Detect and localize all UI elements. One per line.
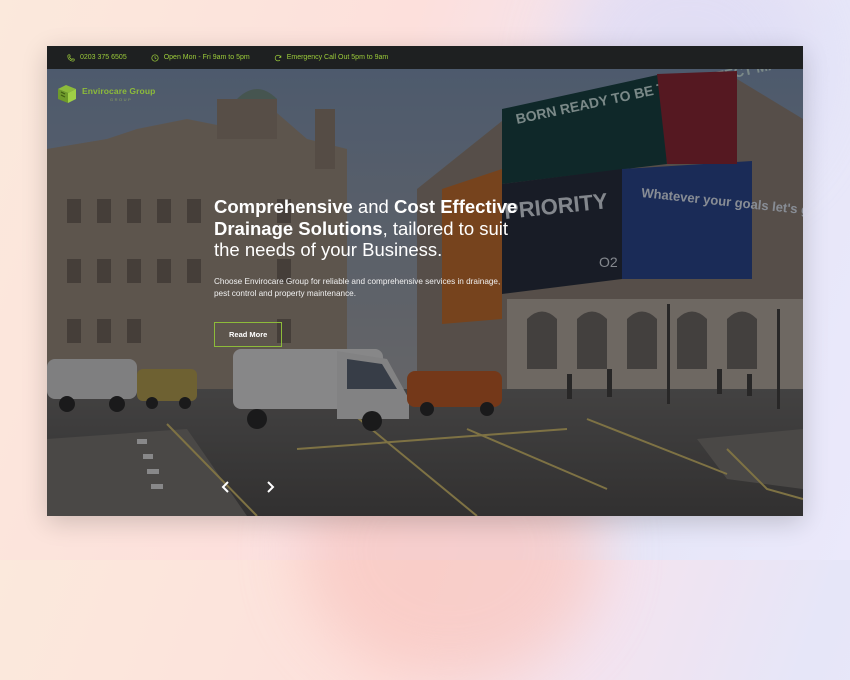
headline-bold-1: Comprehensive [214,196,353,217]
site-logo[interactable]: Envirocare Group GROUP [56,84,155,104]
slider-controls [219,480,277,494]
phone-contact[interactable]: 0203 375 6505 [67,53,127,62]
website-screenshot: 0203 375 6505 Open Mon - Fri 9am to 5pm … [47,46,803,516]
top-info-bar: 0203 375 6505 Open Mon - Fri 9am to 5pm … [47,46,803,69]
hero-description: Choose Envirocare Group for reliable and… [214,276,501,299]
hero-content: Comprehensive and Cost Effective Drainag… [214,196,534,347]
phone-icon [67,53,75,62]
emergency-text: Emergency Call Out 5pm to 9am [286,54,389,61]
refresh-icon [274,54,281,61]
chevron-left-icon[interactable] [219,480,233,494]
chevron-right-icon[interactable] [263,480,277,494]
cube-logo-icon [58,85,76,103]
hours-text: Open Mon - Fri 9am to 5pm [163,54,250,61]
opening-hours: Open Mon - Fri 9am to 5pm [151,53,250,62]
clock-icon [151,53,159,62]
phone-number: 0203 375 6505 [80,54,127,61]
headline-mid: and [352,196,394,217]
read-more-button[interactable]: Read More [214,321,283,347]
hero-headline: Comprehensive and Cost Effective Drainag… [214,196,534,261]
logo-tagline: GROUP [110,97,133,102]
emergency-callout: Emergency Call Out 5pm to 9am [274,54,389,62]
logo-name: Envirocare Group [82,86,156,96]
